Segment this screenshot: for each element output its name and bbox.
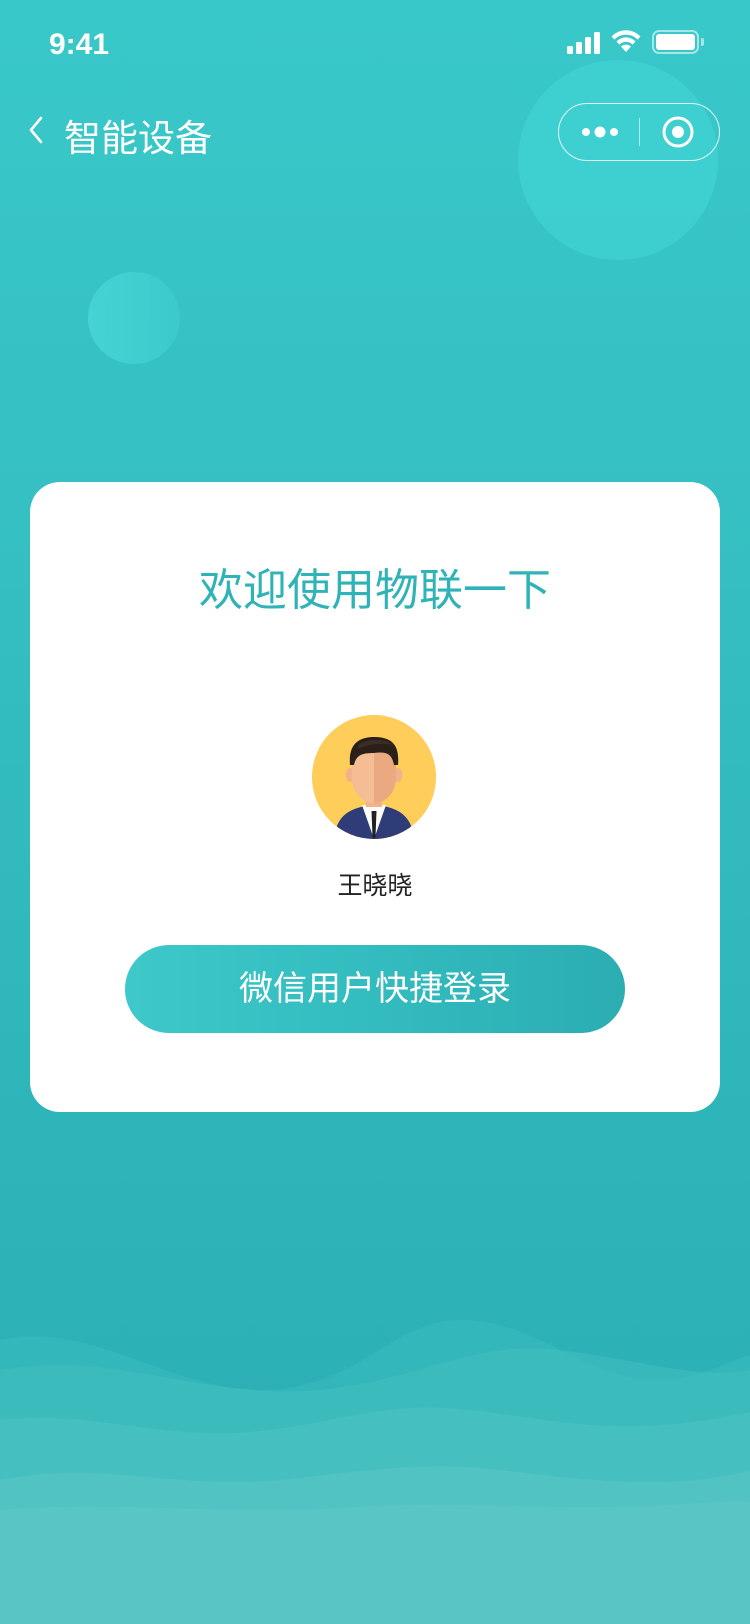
login-card: 欢迎使用物联一下 王晓晓 微信用户快捷登录 [30,482,720,1112]
avatar [312,715,436,839]
battery-icon [652,30,704,54]
decorative-waves [0,1320,750,1624]
user-avatar-icon [312,715,436,839]
target-circle-icon[interactable] [640,104,720,159]
nav-title: 智能设备 [64,117,212,160]
wifi-icon [611,30,641,52]
user-name: 王晓晓 [337,871,413,900]
more-dots-icon[interactable] [559,104,639,159]
wechat-quick-login-button[interactable]: 微信用户快捷登录 [125,945,625,1033]
back-chevron-icon[interactable] [26,114,46,146]
status-bar: 9:41 [0,0,750,88]
status-time: 9:41 [49,28,110,61]
decorative-bubble-small [88,272,180,364]
welcome-title: 欢迎使用物联一下 [199,565,551,616]
mini-program-capsule [558,103,720,161]
signal-icon [567,30,603,54]
